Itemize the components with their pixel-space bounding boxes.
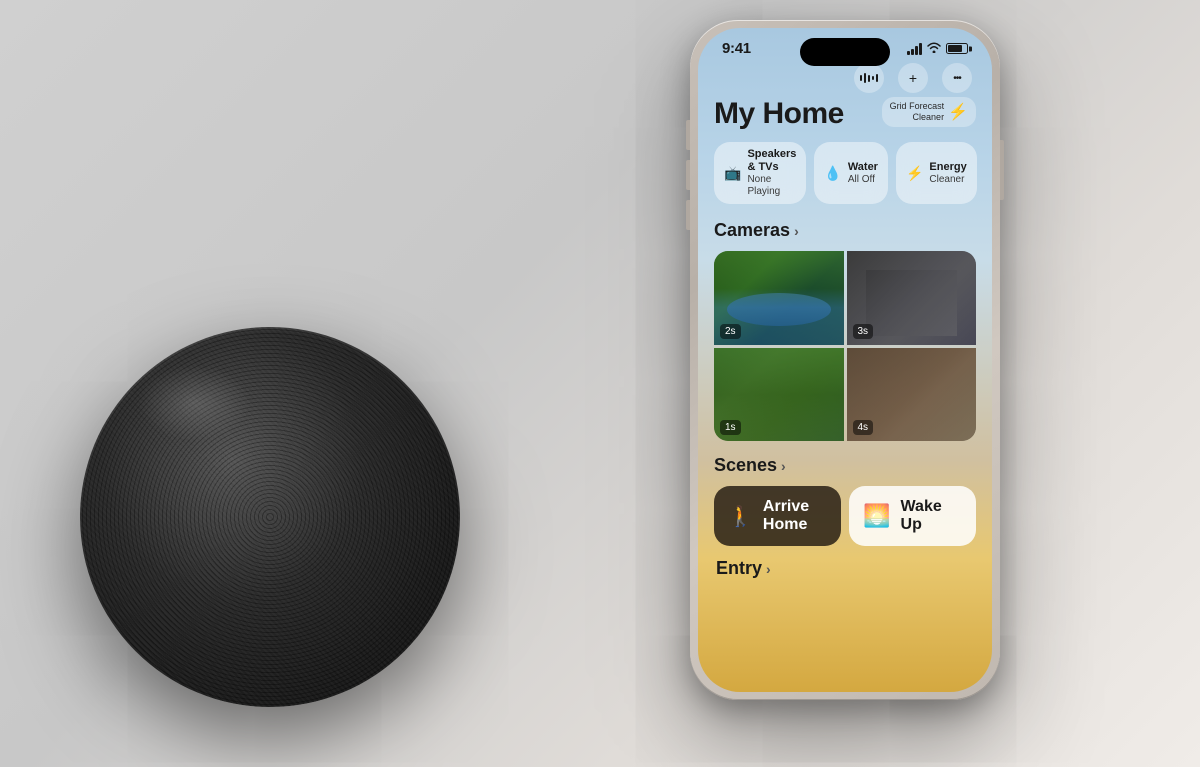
cameras-chevron-icon: ›: [794, 223, 799, 239]
pill-energy-sublabel: Cleaner: [929, 174, 966, 186]
status-time: 9:41: [722, 40, 751, 57]
battery-icon: [946, 43, 968, 54]
camera-cell-garden[interactable]: 1s: [714, 348, 844, 442]
wave-bar-4: [872, 76, 874, 80]
signal-bar-2: [911, 49, 914, 55]
battery-fill: [948, 45, 962, 52]
camera-grid: 2s 3s 1s 4s: [714, 251, 976, 441]
camera-timer-3: 1s: [720, 420, 741, 435]
iphone-screen: 9:41: [698, 28, 992, 692]
wave-bar-1: [860, 75, 862, 81]
camera-timer-4: 4s: [853, 420, 874, 435]
audio-wave-button[interactable]: [854, 63, 884, 93]
title-row: My Home Grid Forecast Cleaner ⚡: [714, 97, 976, 130]
category-pills: 📺 Speakers & TVs None Playing 💧 Water Al…: [714, 142, 976, 204]
pill-speakers-tvs[interactable]: 📺 Speakers & TVs None Playing: [714, 142, 806, 204]
wifi-icon: [927, 42, 941, 56]
signal-bar-1: [907, 51, 910, 55]
water-droplet-icon: 💧: [824, 165, 841, 182]
pill-water-text: Water All Off: [848, 161, 878, 186]
camera-cell-livingroom[interactable]: 4s: [847, 348, 977, 442]
entry-chevron-icon: ›: [766, 561, 771, 577]
camera-timer-1: 2s: [720, 324, 741, 339]
walk-icon: 🚶: [728, 504, 753, 529]
pill-water-sublabel: All Off: [848, 174, 878, 186]
arrive-home-button[interactable]: 🚶 Arrive Home: [714, 486, 841, 546]
signal-bar-3: [915, 46, 918, 55]
signal-icon: [907, 43, 922, 55]
pill-speakers-tvs-text: Speakers & TVs None Playing: [747, 148, 796, 198]
iphone-device: 9:41: [690, 20, 1000, 700]
entry-section: Entry ›: [714, 558, 976, 579]
wave-bar-2: [864, 73, 866, 83]
cameras-label: Cameras: [714, 220, 790, 241]
grid-forecast-text: Grid Forecast Cleaner: [890, 101, 945, 123]
scenes-section: Scenes › 🚶 Arrive Home 🌅 Wake Up: [714, 455, 976, 546]
grid-forecast-line1: Grid Forecast: [890, 101, 945, 112]
pill-speakers-tvs-sublabel: None Playing: [747, 174, 796, 198]
scenes-label: Scenes: [714, 455, 777, 476]
energy-bolt-icon: ⚡: [906, 165, 923, 182]
arrive-home-label: Arrive Home: [763, 498, 827, 534]
entry-section-header[interactable]: Entry ›: [716, 558, 974, 579]
app-content: + ••• My Home Grid Forecast Cleaner ⚡: [698, 57, 992, 579]
more-button[interactable]: •••: [942, 63, 972, 93]
lightning-icon: ⚡: [948, 102, 968, 122]
signal-bar-4: [919, 43, 922, 55]
camera-timer-2: 3s: [853, 324, 874, 339]
wave-bar-5: [876, 74, 878, 82]
camera-cell-pool[interactable]: 2s: [714, 251, 844, 345]
wake-up-label: Wake Up: [901, 498, 962, 534]
iphone-frame: 9:41: [690, 20, 1000, 700]
pill-speakers-tvs-label: Speakers & TVs: [747, 148, 796, 174]
status-icons: [907, 42, 968, 56]
homepod-mini: [80, 327, 460, 707]
wake-up-button[interactable]: 🌅 Wake Up: [849, 486, 976, 546]
tv-icon: 📺: [724, 165, 741, 182]
pill-water[interactable]: 💧 Water All Off: [814, 142, 888, 204]
grid-forecast-widget[interactable]: Grid Forecast Cleaner ⚡: [882, 97, 976, 127]
scenes-chevron-icon: ›: [781, 458, 786, 474]
pill-energy[interactable]: ⚡ Energy Cleaner: [896, 142, 977, 204]
camera-cell-gym[interactable]: 3s: [847, 251, 977, 345]
scenes-row: 🚶 Arrive Home 🌅 Wake Up: [714, 486, 976, 546]
action-bar: + •••: [714, 63, 976, 93]
scenes-section-header[interactable]: Scenes ›: [714, 455, 976, 476]
add-button[interactable]: +: [898, 63, 928, 93]
sun-icon: 🌅: [863, 503, 891, 529]
app-title: My Home: [714, 97, 844, 130]
pill-energy-label: Energy: [929, 161, 966, 174]
cameras-section-header[interactable]: Cameras ›: [714, 220, 976, 241]
grid-forecast-line2: Cleaner: [890, 112, 945, 123]
wave-bar-3: [868, 75, 870, 82]
pill-energy-text: Energy Cleaner: [929, 161, 966, 186]
entry-label: Entry: [716, 558, 762, 579]
dynamic-island: [800, 38, 890, 66]
pill-water-label: Water: [848, 161, 878, 174]
